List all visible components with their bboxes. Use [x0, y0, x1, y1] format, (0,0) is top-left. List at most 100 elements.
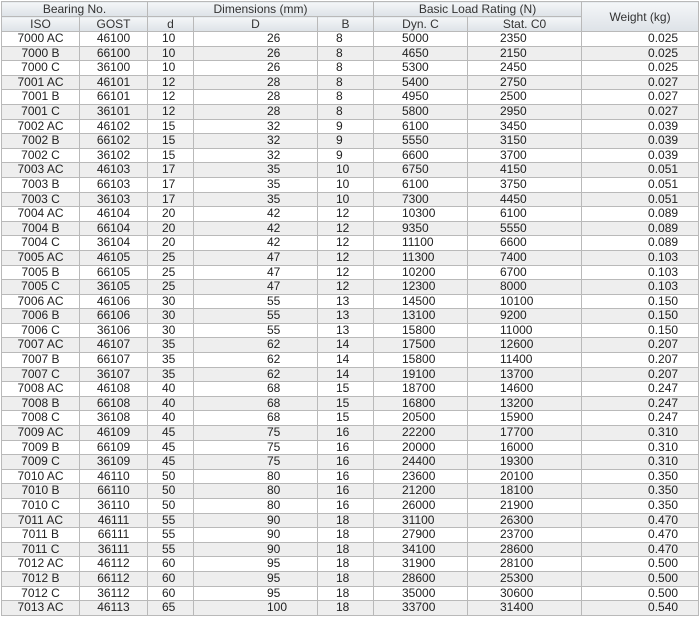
iso-cell: 7012 C	[1, 585, 80, 602]
iso-cell: 7012 B	[1, 570, 80, 587]
outer-d-cell: 28	[193, 74, 318, 91]
gost-cell: 36101	[79, 103, 148, 120]
stat-c0-cell: 23700	[466, 527, 583, 543]
b-cell: 16	[317, 425, 374, 441]
d-cell: 10	[147, 31, 194, 47]
stat-c0-cell: 21900	[466, 498, 583, 514]
table-row: 7005 AC 46105 25 47 12 11300 7400 0.103	[1, 249, 700, 266]
dyn-c-cell: 6750	[373, 162, 468, 178]
stat-c0-cell: 3150	[466, 133, 583, 149]
table-row: 7011 C 36111 55 90 18 34100 28600 0.470	[1, 541, 700, 558]
d-cell: 20	[147, 235, 194, 251]
iso-cell: 7008 C	[1, 410, 80, 427]
d-cell: 12	[147, 103, 194, 120]
outer-d-header: D	[193, 16, 318, 32]
stat-c0-cell: 18100	[466, 483, 583, 499]
iso-cell: 7000 B	[1, 45, 80, 62]
iso-cell: 7006 B	[1, 308, 80, 324]
b-cell: 18	[317, 527, 374, 543]
d-cell: 35	[147, 352, 194, 368]
iso-cell: 7007 AC	[1, 337, 80, 354]
b-cell: 18	[317, 541, 374, 558]
stat-c0-cell: 17700	[466, 425, 583, 441]
table-row: 7001 C 36101 12 28 8 5800 2950 0.027	[1, 103, 700, 120]
iso-cell: 7011 AC	[1, 512, 80, 529]
b-cell: 8	[317, 74, 374, 91]
gost-cell: 46107	[79, 337, 148, 354]
weight-cell: 0.470	[581, 512, 700, 529]
weight-cell: 0.051	[581, 162, 700, 178]
stat-c0-cell: 3450	[466, 118, 583, 135]
dyn-c-cell: 24400	[373, 454, 468, 470]
dyn-c-cell: 33700	[373, 600, 468, 616]
weight-cell: 0.103	[581, 279, 700, 295]
table-header: Bearing No. Dimensions (mm) Basic Load R…	[1, 1, 700, 32]
d-cell: 55	[147, 512, 194, 529]
table-row: 7007 B 66107 35 62 14 15800 11400 0.207	[1, 352, 700, 368]
iso-cell: 7006 AC	[1, 293, 80, 310]
dyn-c-cell: 13100	[373, 308, 468, 324]
d-cell: 55	[147, 541, 194, 558]
stat-c0-cell: 2950	[466, 103, 583, 120]
outer-d-cell: 100	[193, 600, 318, 616]
outer-d-cell: 42	[193, 206, 318, 222]
gost-cell: 46100	[79, 31, 148, 47]
b-cell: 8	[317, 45, 374, 62]
dyn-c-cell: 27900	[373, 527, 468, 543]
d-cell: 12	[147, 74, 194, 91]
dyn-c-cell: 5300	[373, 60, 468, 76]
d-cell: 17	[147, 176, 194, 193]
gost-cell: 46105	[79, 249, 148, 266]
weight-cell: 0.025	[581, 45, 700, 62]
b-cell: 16	[317, 483, 374, 499]
table-row: 7002 B 66102 15 32 9 5550 3150 0.039	[1, 133, 700, 149]
iso-cell: 7003 B	[1, 176, 80, 193]
iso-cell: 7011 B	[1, 527, 80, 543]
d-cell: 10	[147, 60, 194, 76]
gost-cell: 36100	[79, 60, 148, 76]
iso-cell: 7012 AC	[1, 556, 80, 572]
d-cell: 12	[147, 89, 194, 105]
d-cell: 40	[147, 381, 194, 397]
stat-c0-cell: 6700	[466, 264, 583, 281]
stat-c0-cell: 30600	[466, 585, 583, 602]
table-row: 7005 C 36105 25 47 12 12300 8000 0.103	[1, 279, 700, 295]
gost-cell: 36107	[79, 366, 148, 383]
d-cell: 60	[147, 556, 194, 572]
iso-cell: 7009 B	[1, 439, 80, 456]
iso-cell: 7004 C	[1, 235, 80, 251]
outer-d-cell: 68	[193, 410, 318, 427]
dyn-c-cell: 18700	[373, 381, 468, 397]
b-cell: 16	[317, 439, 374, 456]
gost-cell: 36103	[79, 191, 148, 208]
dyn-c-cell: 6100	[373, 118, 468, 135]
gost-cell: 66100	[79, 45, 148, 62]
d-cell: 60	[147, 570, 194, 587]
weight-cell: 0.310	[581, 454, 700, 470]
table-row: 7006 C 36106 30 55 13 15800 11000 0.150	[1, 322, 700, 339]
gost-cell: 66102	[79, 133, 148, 149]
table-row: 7013 AC 46113 65 100 18 33700 31400 0.540	[1, 600, 700, 616]
dyn-c-cell: 16800	[373, 395, 468, 412]
b-cell: 13	[317, 308, 374, 324]
b-cell: 18	[317, 570, 374, 587]
table-row: 7012 B 66112 60 95 18 28600 25300 0.500	[1, 570, 700, 587]
weight-cell: 0.247	[581, 410, 700, 427]
b-cell: 8	[317, 103, 374, 120]
stat-c0-cell: 3700	[466, 147, 583, 164]
gost-cell: 66111	[79, 527, 148, 543]
table-row: 7004 AC 46104 20 42 12 10300 6100 0.089	[1, 206, 700, 222]
d-cell: 17	[147, 162, 194, 178]
weight-cell: 0.540	[581, 600, 700, 616]
iso-cell: 7010 C	[1, 498, 80, 514]
weight-cell: 0.089	[581, 235, 700, 251]
d-cell: 25	[147, 249, 194, 266]
d-cell: 25	[147, 264, 194, 281]
stat-c0-cell: 5550	[466, 220, 583, 237]
iso-cell: 7002 C	[1, 147, 80, 164]
table-row: 7003 AC 46103 17 35 10 6750 4150 0.051	[1, 162, 700, 178]
iso-cell: 7002 B	[1, 133, 80, 149]
b-cell: 15	[317, 381, 374, 397]
table-row: 7000 C 36100 10 26 8 5300 2450 0.025	[1, 60, 700, 76]
table-row: 7008 AC 46108 40 68 15 18700 14600 0.247	[1, 381, 700, 397]
